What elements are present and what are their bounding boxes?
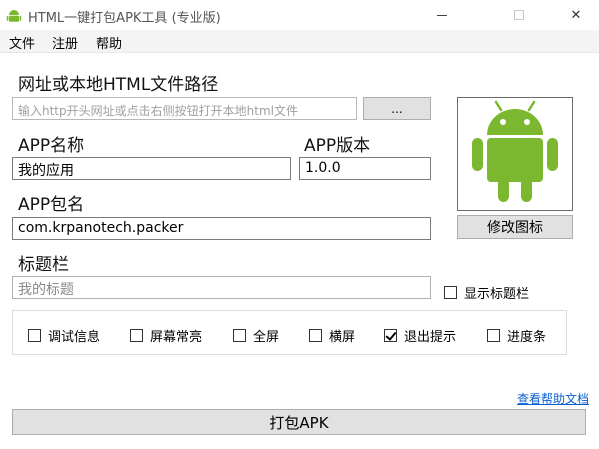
app-version-input[interactable]: 1.0.0	[299, 157, 431, 180]
build-apk-button[interactable]: 打包APK	[12, 409, 586, 435]
close-button[interactable]: ✕	[553, 0, 599, 30]
title-bar: HTML一键打包APK工具 (专业版) ✕	[0, 0, 599, 30]
option-progress-bar-label: 进度条	[507, 330, 547, 345]
android-app-icon	[6, 10, 22, 22]
window-title: HTML一键打包APK工具 (专业版)	[28, 11, 221, 26]
close-icon: ✕	[570, 7, 582, 23]
change-icon-button[interactable]: 修改图标	[457, 215, 573, 239]
option-fullscreen[interactable]: 全屏	[233, 326, 279, 345]
menu-help[interactable]: 帮助	[96, 33, 122, 52]
menu-register[interactable]: 注册	[52, 33, 78, 52]
package-label: APP包名	[18, 195, 85, 215]
app-name-input[interactable]: 我的应用	[12, 157, 291, 180]
title-bar-label: 标题栏	[18, 255, 69, 275]
url-label: 网址或本地HTML文件路径	[18, 75, 219, 95]
option-exit-prompt-label: 退出提示	[404, 330, 457, 345]
option-debug-info[interactable]: 调试信息	[28, 326, 100, 345]
show-title-bar-checkbox[interactable]: 显示标题栏	[444, 283, 529, 302]
option-keep-screen-on-box[interactable]	[130, 329, 143, 342]
package-input[interactable]: com.krpanotech.packer	[12, 217, 431, 240]
option-progress-bar-box[interactable]	[487, 329, 500, 342]
browse-button[interactable]: ...	[363, 97, 431, 120]
option-progress-bar[interactable]: 进度条	[487, 326, 546, 345]
maximize-button[interactable]	[496, 0, 542, 30]
app-name-label: APP名称	[18, 136, 85, 156]
option-keep-screen-on-label: 屏幕常亮	[150, 330, 203, 345]
option-keep-screen-on[interactable]: 屏幕常亮	[130, 326, 202, 345]
option-exit-prompt[interactable]: 退出提示	[384, 326, 456, 345]
show-title-bar-box[interactable]	[444, 286, 457, 299]
show-title-bar-label: 显示标题栏	[464, 287, 530, 302]
option-landscape-label: 横屏	[329, 330, 356, 345]
menu-bar: 文件 注册 帮助	[0, 30, 599, 52]
minimize-button[interactable]	[419, 0, 465, 30]
option-landscape-box[interactable]	[309, 329, 322, 342]
option-fullscreen-box[interactable]	[233, 329, 246, 342]
help-docs-link[interactable]: 查看帮助文档	[517, 390, 589, 407]
option-debug-info-label: 调试信息	[48, 330, 101, 345]
url-input[interactable]: 输入http开头网址或点击右侧按钮打开本地html文件	[12, 97, 357, 120]
icon-preview	[457, 97, 573, 211]
title-input[interactable]: 我的标题	[12, 276, 431, 299]
android-robot-icon	[472, 100, 558, 202]
app-version-label: APP版本	[304, 136, 371, 156]
option-landscape[interactable]: 横屏	[309, 326, 355, 345]
option-exit-prompt-box[interactable]	[384, 329, 397, 342]
option-fullscreen-label: 全屏	[253, 330, 280, 345]
minimize-icon	[437, 14, 447, 16]
maximize-icon	[514, 10, 524, 20]
option-debug-info-box[interactable]	[28, 329, 41, 342]
menu-file[interactable]: 文件	[9, 33, 35, 52]
